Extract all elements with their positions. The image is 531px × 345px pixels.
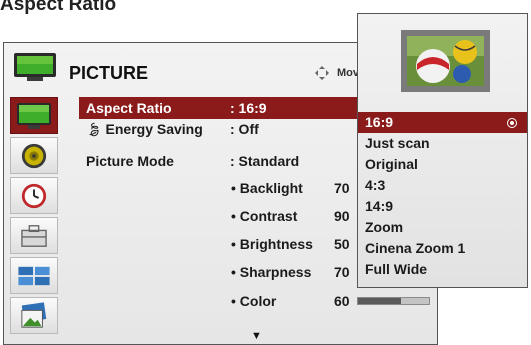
setting-label: Energy Saving [105,121,203,137]
eco-leaf-icon: 🍃︎ [86,122,103,137]
aspect-option-original[interactable]: Original [358,154,527,175]
toolbox-icon [21,224,47,247]
setting-value: : 16:9 [230,100,267,116]
aspect-option-14-9[interactable]: 14:9 [358,196,527,217]
picture-icon [17,102,51,129]
aspect-preview-image [401,30,490,92]
sub-setting-value: 90 [334,208,350,224]
photo-icon [21,301,47,328]
sub-setting-value: 50 [334,236,350,252]
sub-setting-value: 70 [334,180,350,196]
level-bar[interactable] [357,297,430,305]
sub-setting-value: 70 [334,264,350,280]
setting-value: : Off [230,121,259,137]
sidebar-item-option[interactable] [10,217,58,254]
aspect-options-list: 16:9 Just scan Original 4:3 14:9 Zoom Ci… [358,112,527,280]
sidebar-item-audio[interactable] [10,137,58,174]
scroll-down-arrow-icon[interactable]: ▼ [251,330,262,342]
aspect-option-full-wide[interactable]: Full Wide [358,259,527,280]
setting-label-wrap: 🍃︎ Energy Saving [86,121,203,138]
aspect-option-zoom[interactable]: Zoom [358,217,527,238]
sub-setting-label: • Sharpness [231,264,312,280]
sub-setting-color[interactable]: • Color 60 [231,293,431,315]
aspect-option-4-3[interactable]: 4:3 [358,175,527,196]
sidebar-item-photo[interactable] [10,297,58,334]
menu-sidebar [10,95,58,342]
sidebar-item-picture[interactable] [10,97,58,134]
sub-setting-label: • Color [231,293,277,309]
setting-label: Picture Mode [86,153,174,169]
aspect-ratio-popup: 16:9 Just scan Original 4:3 14:9 Zoom Ci… [357,13,528,288]
aspect-option-16-9[interactable]: 16:9 [358,112,527,133]
level-fill [358,298,401,304]
screens-icon [18,266,50,285]
aspect-option-just-scan[interactable]: Just scan [358,133,527,154]
sub-setting-label: • Backlight [231,180,303,196]
sidebar-item-time[interactable] [10,177,58,214]
menu-title: PICTURE [69,63,149,83]
setting-value: : Standard [230,153,300,169]
speaker-icon [21,143,47,168]
balls-picture-icon [407,36,484,86]
page-heading: Aspect Ratio [0,0,117,15]
sub-setting-label: • Contrast [231,208,298,224]
move-arrows-icon [315,66,329,80]
sub-setting-value: 60 [334,293,350,309]
option-label: 16:9 [365,114,394,130]
setting-label: Aspect Ratio [86,100,172,116]
sidebar-item-input[interactable] [10,257,58,294]
move-hint: Mov [337,67,359,79]
tv-icon [14,53,56,81]
sub-setting-label: • Brightness [231,236,313,252]
clock-icon [21,183,47,208]
setting-row-aspect-ratio[interactable]: Aspect Ratio : 16:9 [79,97,360,119]
radio-selected-icon [507,118,517,128]
aspect-option-cinema-zoom[interactable]: Cinena Zoom 1 [358,238,527,259]
